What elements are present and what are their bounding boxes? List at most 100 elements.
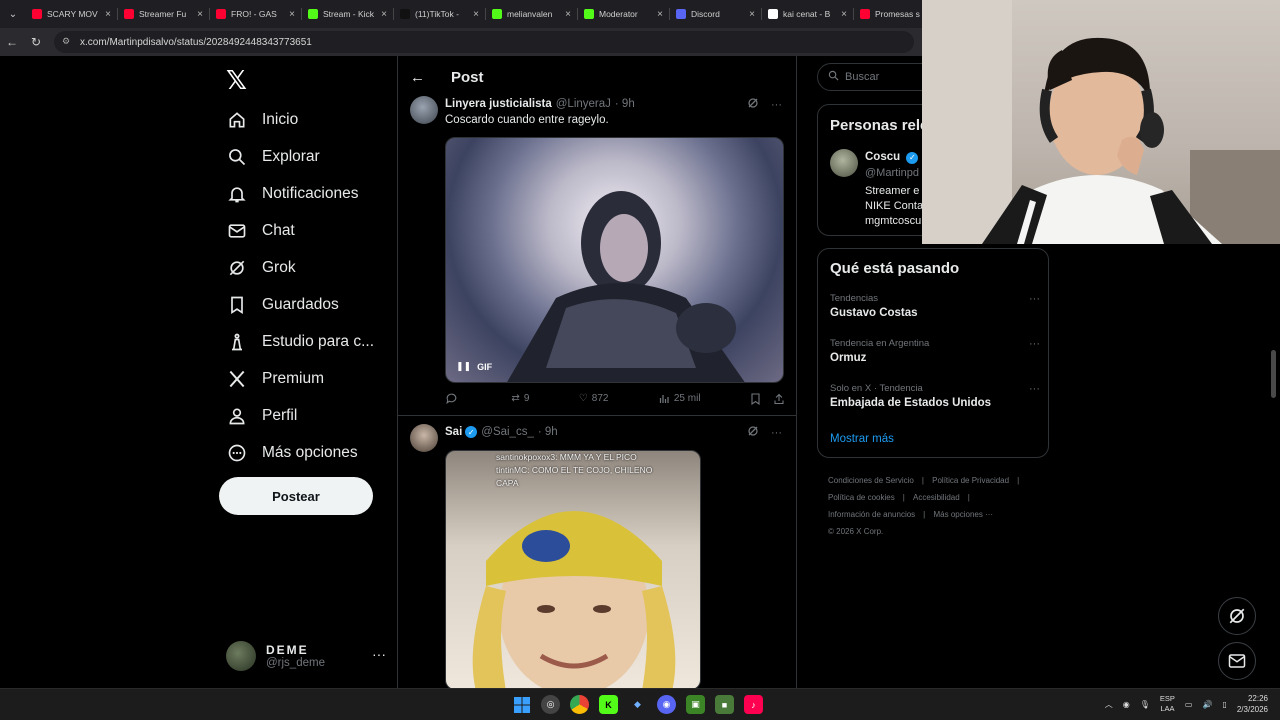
footer-link[interactable]: Información de anuncios xyxy=(828,510,915,519)
discord-icon[interactable]: ◉ xyxy=(657,695,676,714)
close-tab-icon[interactable]: × xyxy=(194,9,206,20)
tweet-gif[interactable]: ❚❚ GIF xyxy=(445,137,784,383)
search-input[interactable]: Buscar xyxy=(817,63,937,91)
tweet-avatar[interactable] xyxy=(410,424,438,452)
x-logo-icon[interactable]: 𝕏 xyxy=(226,66,247,96)
back-arrow-icon[interactable]: ← xyxy=(410,69,426,86)
footer-link[interactable]: Accesibilidad xyxy=(913,493,960,502)
discord-tray-icon[interactable]: ◉ xyxy=(1123,700,1130,709)
nav-item-premium[interactable]: Premium xyxy=(226,364,324,394)
browser-tab[interactable]: Discord × xyxy=(670,0,762,28)
nav-item-inicio[interactable]: Inicio xyxy=(226,105,298,135)
show-more-link[interactable]: Mostrar más xyxy=(830,433,894,445)
grok-fab[interactable] xyxy=(1218,597,1256,635)
tweet[interactable]: Linyera justicialista @LinyeraJ · 9h ···… xyxy=(398,96,796,418)
more-options-icon[interactable]: ··· xyxy=(771,427,782,439)
footer-link[interactable]: Política de Privacidad xyxy=(932,476,1009,485)
kick-icon[interactable]: K xyxy=(599,695,618,714)
tweet-time[interactable]: · 9h xyxy=(538,426,558,438)
close-tab-icon[interactable]: × xyxy=(378,9,390,20)
grok-icon[interactable] xyxy=(747,425,759,440)
system-clock[interactable]: 22:26 2/3/2026 xyxy=(1237,693,1268,715)
repost-button[interactable]: ⇄ 9 xyxy=(511,393,529,404)
tray-chevron-icon[interactable]: ︿ xyxy=(1105,699,1113,710)
obs-icon[interactable]: ◎ xyxy=(541,695,560,714)
close-tab-icon[interactable]: × xyxy=(286,9,298,20)
nav-item-notificaciones[interactable]: Notificaciones xyxy=(226,179,359,209)
footer-link[interactable]: Más opciones ··· xyxy=(933,510,993,519)
bookmark-icon[interactable] xyxy=(750,392,761,405)
page-scrollbar[interactable] xyxy=(1271,350,1276,398)
grok-icon[interactable] xyxy=(747,97,759,112)
trend-more-icon[interactable]: ··· xyxy=(1029,383,1040,395)
volume-icon[interactable]: 🔊 xyxy=(1202,700,1212,709)
close-tab-icon[interactable]: × xyxy=(562,9,574,20)
battery-icon[interactable]: ▯ xyxy=(1222,700,1226,709)
trend-more-icon[interactable]: ··· xyxy=(1029,293,1040,305)
close-tab-icon[interactable]: × xyxy=(654,9,666,20)
share-icon[interactable] xyxy=(773,393,785,405)
windows-start-icon[interactable] xyxy=(512,695,531,714)
footer-link[interactable]: Política de cookies xyxy=(828,493,895,502)
browser-tab[interactable]: Stream - Kick × xyxy=(302,0,394,28)
gif-badge[interactable]: ❚❚ GIF xyxy=(456,361,492,372)
browser-tab[interactable]: (11)TikTok - × xyxy=(394,0,486,28)
footer-link[interactable]: Condiciones de Servicio xyxy=(828,476,914,485)
close-tab-icon[interactable]: × xyxy=(470,9,482,20)
avatar[interactable] xyxy=(830,149,858,177)
close-tab-icon[interactable]: × xyxy=(838,9,850,20)
address-bar[interactable]: ⚙ x.com/Martinpdisalvo/status/2028492448… xyxy=(54,31,914,53)
mic-icon[interactable]: 🎙 xyxy=(1140,700,1150,709)
tab-search-menu[interactable]: ⌄ xyxy=(0,0,26,28)
tweet-author-handle[interactable]: @Sai_cs_ xyxy=(481,426,534,438)
trend-item[interactable]: Tendencias Gustavo Costas ··· xyxy=(830,293,1040,319)
more-options-icon[interactable]: ··· xyxy=(771,99,782,111)
nav-item-más-opciones[interactable]: Más opciones xyxy=(226,438,358,468)
browser-tab[interactable]: melianvalen × xyxy=(486,0,578,28)
network-icon[interactable]: ▭ xyxy=(1185,700,1193,709)
browser-tab[interactable]: kai cenat - B × xyxy=(762,0,854,28)
app-icon[interactable]: ◆ xyxy=(628,695,647,714)
nav-item-perfil[interactable]: Perfil xyxy=(226,401,297,431)
nav-item-grok[interactable]: Grok xyxy=(226,253,296,283)
tweet-author-name[interactable]: Linyera justicialista xyxy=(445,98,552,110)
nav-item-chat[interactable]: Chat xyxy=(226,216,295,246)
browser-tab[interactable]: SCARY MOV × xyxy=(26,0,118,28)
minecraft-icon[interactable]: ▣ xyxy=(686,695,705,714)
nav-item-guardados[interactable]: Guardados xyxy=(226,290,339,320)
browser-tab[interactable]: FRO! - GAS × xyxy=(210,0,302,28)
messages-fab[interactable] xyxy=(1218,642,1256,680)
language-indicator[interactable]: ESP LAA xyxy=(1160,694,1175,714)
like-button[interactable]: ♡ 872 xyxy=(579,393,609,404)
suggested-user[interactable]: Coscu ✓ xyxy=(865,151,919,164)
tiktok-icon xyxy=(400,9,410,19)
browser-tab[interactable]: Streamer Fu × xyxy=(118,0,210,28)
tweet-video[interactable]: santinokpoxox3: MMM YA Y EL PICO tintinM… xyxy=(445,450,701,688)
trend-more-icon[interactable]: ··· xyxy=(1029,338,1040,350)
account-more-icon[interactable]: ··· xyxy=(372,646,386,662)
game-icon[interactable]: ■ xyxy=(715,695,734,714)
post-button[interactable]: Postear xyxy=(219,477,373,515)
close-tab-icon[interactable]: × xyxy=(102,9,114,20)
tweet-avatar[interactable] xyxy=(410,96,438,124)
google-icon xyxy=(768,9,778,19)
account-switcher[interactable]: DEME @rjs_deme ··· xyxy=(226,636,386,676)
tweet[interactable]: Sai ✓ @Sai_cs_ · 9h ··· santinokpoxox3: … xyxy=(398,424,796,688)
reply-button[interactable] xyxy=(445,392,462,405)
nav-item-explorar[interactable]: Explorar xyxy=(226,142,320,172)
back-button[interactable]: ← xyxy=(0,35,24,49)
trend-item[interactable]: Tendencia en Argentina Ormuz ··· xyxy=(830,338,1040,364)
chrome-icon[interactable] xyxy=(570,695,589,714)
tiktok-icon[interactable]: ♪ xyxy=(744,695,763,714)
close-tab-icon[interactable]: × xyxy=(746,9,758,20)
tweet-time[interactable]: · 9h xyxy=(615,98,635,110)
pause-icon[interactable]: ❚❚ xyxy=(456,361,471,372)
site-info-icon[interactable]: ⚙ xyxy=(62,36,74,48)
reload-button[interactable]: ↻ xyxy=(24,35,48,49)
views-button[interactable]: 25 mil xyxy=(658,393,701,405)
browser-tab[interactable]: Moderator × xyxy=(578,0,670,28)
trend-item[interactable]: Solo en X · Tendencia Embajada de Estado… xyxy=(830,383,1040,409)
tweet-author-name[interactable]: Sai xyxy=(445,426,462,438)
nav-item-estudio-para-c[interactable]: Estudio para c... xyxy=(226,327,374,357)
tweet-author-handle[interactable]: @LinyeraJ xyxy=(556,98,611,110)
